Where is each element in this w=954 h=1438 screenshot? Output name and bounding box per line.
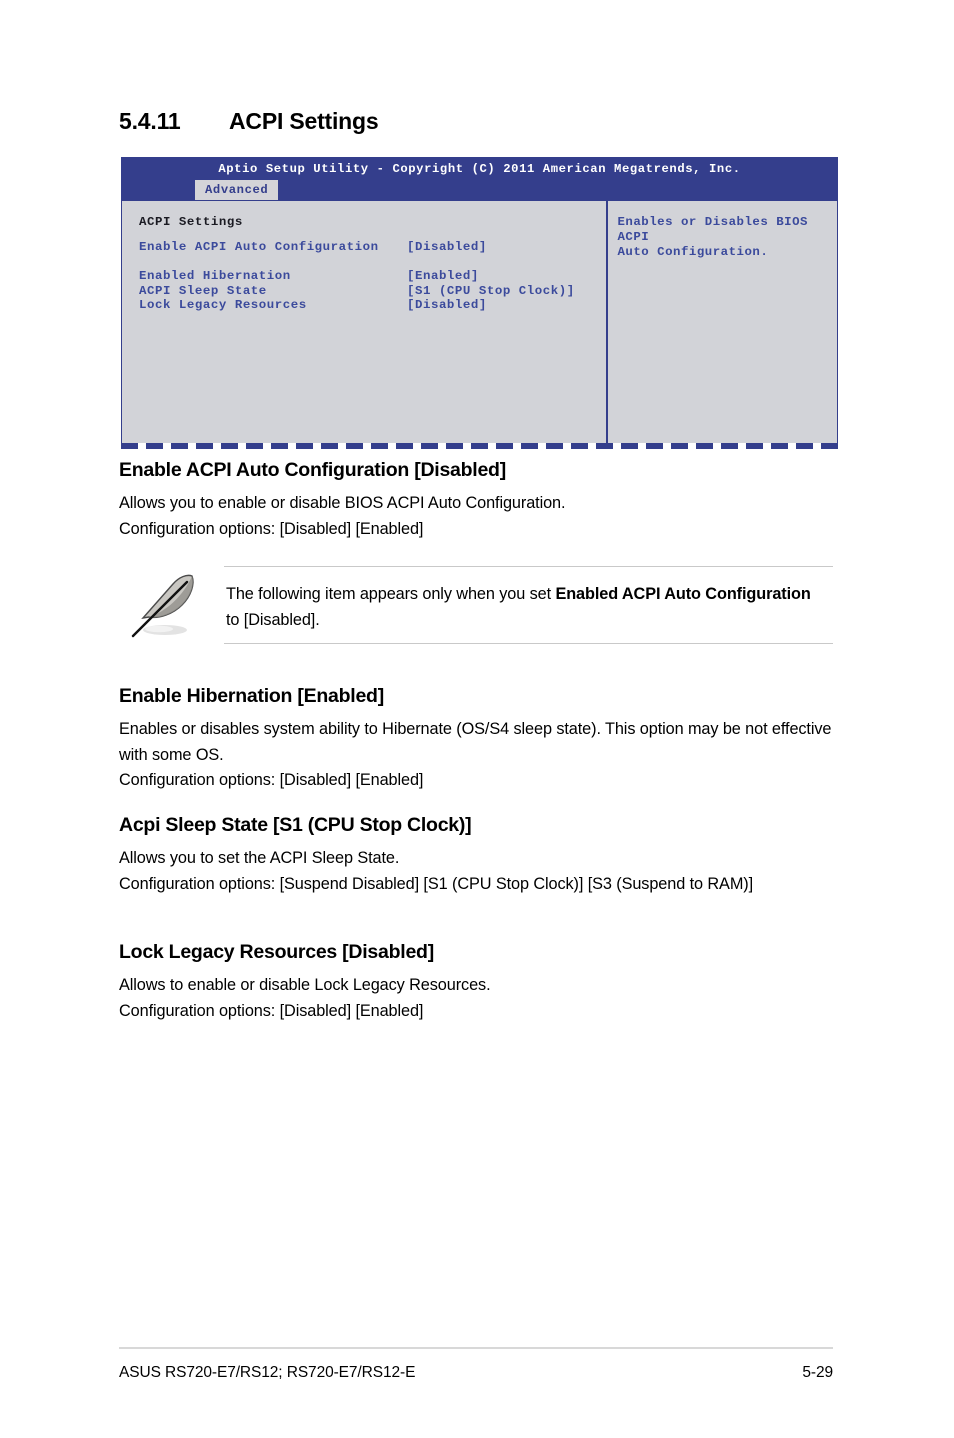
bios-settings-list: ACPI Settings Enable ACPI Auto Configura… xyxy=(122,201,606,443)
note-rule-bottom xyxy=(224,643,833,644)
section-body-line-1: Enables or disables system ability to Hi… xyxy=(119,720,832,764)
bios-help-text: Enables or Disables BIOS ACPI Auto Confi… xyxy=(617,215,808,259)
section-enable-hibernation: Enable Hibernation [Enabled] Enables or … xyxy=(119,685,833,794)
note-text-after: to [Disabled]. xyxy=(226,610,320,629)
section-body-line-1: Allows you to set the ACPI Sleep State. xyxy=(119,849,400,867)
bios-item-label: Enabled Hibernation xyxy=(139,268,291,283)
bios-screenshot: Aptio Setup Utility - Copyright (C) 2011… xyxy=(121,157,838,449)
bios-item-label: Enable ACPI Auto Configuration xyxy=(139,240,379,254)
note-text-before: The following item appears only when you… xyxy=(226,585,556,603)
section-body-line-2: Configuration options: [Suspend Disabled… xyxy=(119,874,754,893)
bios-item-enabled-hibernation[interactable]: Enabled Hibernation [Enabled] xyxy=(139,269,606,284)
bios-tab-advanced[interactable]: Advanced xyxy=(195,180,279,200)
section-body-line-1: Allows to enable or disable Lock Legacy … xyxy=(119,976,491,994)
note-rule-top xyxy=(224,566,833,567)
footer-page-number: 5-29 xyxy=(802,1364,833,1381)
note-text-bold: Enabled ACPI Auto Configuration xyxy=(555,585,811,603)
section-body-line-2: Configuration options: [Disabled] [Enabl… xyxy=(119,1001,424,1020)
section-body-line-2: Configuration options: [Disabled] [Enabl… xyxy=(119,519,424,538)
bios-settings-heading: ACPI Settings xyxy=(139,215,243,229)
bios-item-acpi-sleep-state[interactable]: ACPI Sleep State [S1 (CPU Stop Clock)] xyxy=(139,284,606,299)
bios-help-panel: Enables or Disables BIOS ACPI Auto Confi… xyxy=(608,201,838,443)
bios-item-value: [Disabled] xyxy=(407,240,487,254)
note-text: The following item appears only when you… xyxy=(226,582,813,633)
page-title: 5.4.11 ACPI Settings xyxy=(119,108,839,135)
section-heading: Lock Legacy Resources [Disabled] xyxy=(119,941,434,963)
section-body-line-1: Allows you to enable or disable BIOS ACP… xyxy=(119,494,566,512)
bios-title-bar: Aptio Setup Utility - Copyright (C) 2011… xyxy=(121,157,838,180)
bios-spacer xyxy=(139,255,606,269)
bios-crop-dashed-edge xyxy=(121,443,838,449)
footer-product-name: ASUS RS720-E7/RS12; RS720-E7/RS12-E xyxy=(119,1364,416,1381)
section-number: 5.4.11 xyxy=(119,108,181,134)
section-title: ACPI Settings xyxy=(229,108,379,134)
section-body-line-2: Configuration options: [Disabled] [Enabl… xyxy=(119,771,424,789)
footer-divider xyxy=(119,1347,833,1349)
section-lock-legacy-resources: Lock Legacy Resources [Disabled] Allows … xyxy=(119,941,833,1024)
bios-tab-bar: Advanced xyxy=(121,180,838,200)
bios-content-area: ACPI Settings Enable ACPI Auto Configura… xyxy=(121,200,838,443)
section-acpi-sleep-state: Acpi Sleep State [S1 (CPU Stop Clock)] A… xyxy=(119,814,833,897)
bios-item-value: [S1 (CPU Stop Clock)] xyxy=(407,283,575,298)
section-enable-acpi-auto-configuration: Enable ACPI Auto Configuration [Disabled… xyxy=(119,459,833,542)
quill-pen-icon xyxy=(129,570,201,640)
section-heading: Enable ACPI Auto Configuration [Disabled… xyxy=(119,459,506,481)
bios-item-label: ACPI Sleep State xyxy=(139,283,267,298)
note-callout: The following item appears only when you… xyxy=(119,566,833,644)
section-heading: Acpi Sleep State [S1 (CPU Stop Clock)] xyxy=(119,814,472,836)
bios-item-value: [Enabled] xyxy=(407,268,479,283)
bios-item-label: Lock Legacy Resources xyxy=(139,298,307,313)
section-heading: Enable Hibernation [Enabled] xyxy=(119,685,384,707)
bios-item-enable-acpi-auto-configuration[interactable]: Enable ACPI Auto Configuration [Disabled… xyxy=(139,240,606,255)
bios-item-value: [Disabled] xyxy=(407,298,487,313)
bios-item-lock-legacy-resources[interactable]: Lock Legacy Resources [Disabled] xyxy=(139,298,606,313)
